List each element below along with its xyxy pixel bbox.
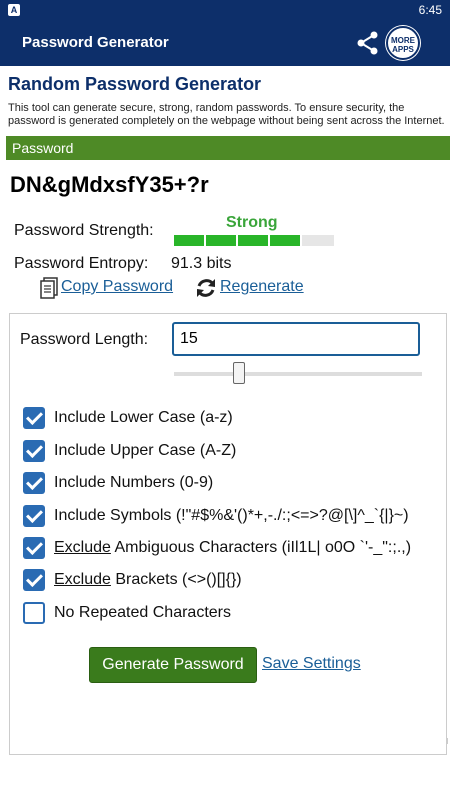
option-label: Exclude Ambiguous Characters (iIl1L| o0O…: [54, 539, 411, 557]
option-label: Exclude Brackets (<>()[]{}): [54, 571, 242, 589]
app-title: Password Generator: [22, 34, 169, 51]
option-label-text: No Repeated Characters: [54, 604, 231, 621]
checkbox-checked[interactable]: [23, 505, 45, 527]
option-label: Include Numbers (0-9): [54, 474, 213, 492]
strength-meter-fill: [174, 235, 302, 246]
strength-label: Password Strength:: [14, 222, 154, 239]
generated-password[interactable]: DN&gMdxsfY35+?r: [10, 172, 209, 198]
password-section-header: Password: [6, 136, 450, 160]
option-label-text: Include Numbers (0-9): [54, 474, 214, 491]
option-label-text: Include Symbols (!"#$%&'()*+,-./:;<=>?@[…: [54, 507, 409, 524]
length-slider-thumb[interactable]: [233, 362, 245, 384]
strength-value: Strong: [226, 214, 278, 231]
entropy-label: Password Entropy:: [14, 255, 149, 272]
regenerate-link[interactable]: Regenerate: [220, 278, 304, 296]
length-slider-track[interactable]: [174, 372, 422, 376]
option-label-text: Include Upper Case (A-Z): [54, 442, 237, 459]
copy-password-link[interactable]: Copy Password: [61, 278, 173, 296]
option-label-prefix: Exclude: [54, 571, 111, 588]
save-settings-link[interactable]: Save Settings: [262, 655, 361, 673]
checkbox-checked[interactable]: [23, 407, 45, 429]
checkbox-checked[interactable]: [23, 537, 45, 559]
option-label-prefix: Exclude: [54, 539, 111, 556]
option-label: Include Lower Case (a-z): [54, 409, 233, 427]
checkbox-unchecked[interactable]: [23, 602, 45, 624]
app-bar: Password Generator MORE APPS: [0, 20, 450, 66]
more-apps-button[interactable]: MORE APPS: [386, 26, 420, 60]
strength-meter: [174, 235, 334, 246]
option-label-text: Brackets (<>()[]{}): [110, 571, 242, 588]
page-title: Random Password Generator: [8, 74, 262, 94]
length-label: Password Length:: [20, 331, 149, 348]
app-notification-icon: A: [8, 4, 20, 16]
status-bar: A 6:45: [0, 0, 450, 20]
generate-password-button[interactable]: Generate Password: [89, 647, 257, 683]
entropy-value: 91.3 bits: [171, 255, 232, 272]
checkbox-checked[interactable]: [23, 472, 45, 494]
main-content: Random Password Generator This tool can …: [0, 66, 450, 800]
settings-panel: [9, 313, 447, 755]
page-description: This tool can generate secure, strong, r…: [8, 102, 445, 127]
more-apps-text: APPS: [392, 45, 414, 54]
scroll-indicator: [446, 738, 448, 744]
option-label: Include Symbols (!"#$%&'()*+,-./:;<=>?@[…: [54, 507, 409, 525]
option-label-text: Ambiguous Characters (iIl1L| o0O `'-_":;…: [110, 539, 412, 556]
refresh-icon[interactable]: [195, 277, 217, 299]
copy-icon[interactable]: [40, 277, 58, 299]
password-length-input[interactable]: 15: [172, 322, 420, 356]
option-label-text: Include Lower Case (a-z): [54, 409, 233, 426]
checkbox-checked[interactable]: [23, 569, 45, 591]
status-time: 6:45: [418, 3, 442, 17]
option-label: Include Upper Case (A-Z): [54, 442, 236, 460]
share-icon[interactable]: [355, 30, 381, 56]
checkbox-checked[interactable]: [23, 440, 45, 462]
more-apps-text: MORE: [391, 36, 415, 45]
option-label: No Repeated Characters: [54, 604, 231, 622]
